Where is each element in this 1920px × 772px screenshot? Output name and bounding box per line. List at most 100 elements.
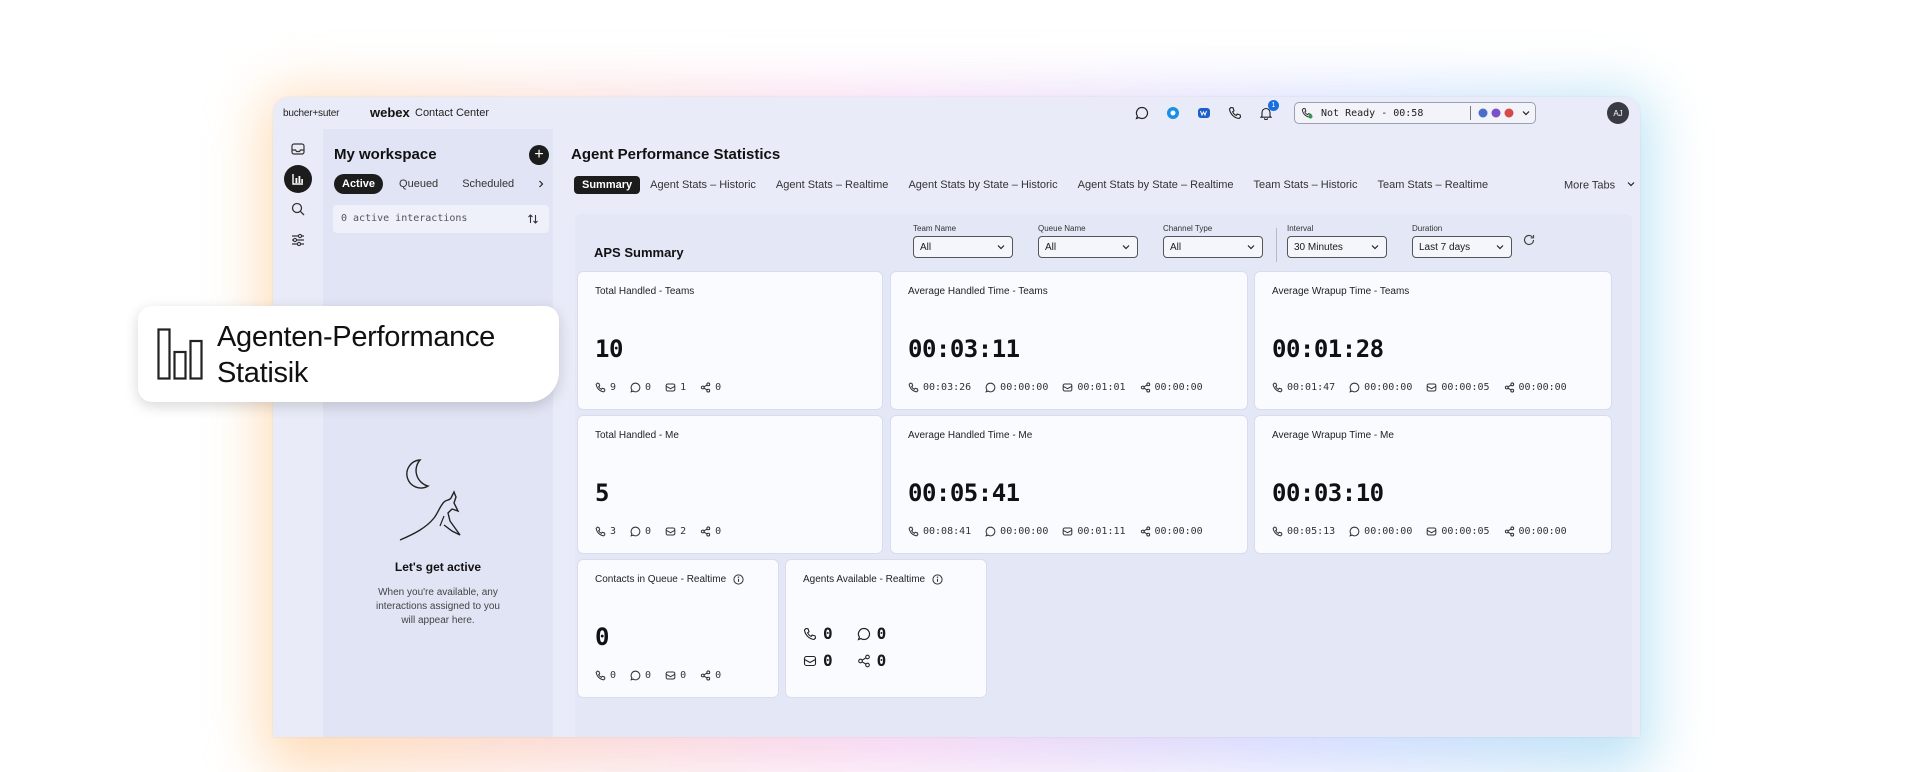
empty-state-text: When you're available, any interactions …: [376, 587, 500, 626]
card-average-handled-time-me: Average Handled Time - Me 00:05:41 00:08…: [891, 416, 1247, 553]
queue-name-filter[interactable]: Queue Name All: [1038, 224, 1138, 258]
stat-value: 0: [645, 670, 652, 681]
tab-queued[interactable]: Queued: [391, 174, 446, 194]
webex-app-icon[interactable]: [1165, 105, 1181, 121]
filter-select[interactable]: 30 Minutes: [1287, 236, 1387, 258]
card-value: 00:01:28: [1272, 335, 1384, 363]
stats-tabs: Summary Agent Stats – Historic Agent Sta…: [574, 176, 1508, 194]
card-total-handled-teams: Total Handled - Teams 10 9010: [578, 272, 882, 409]
chevron-down-icon: [1626, 179, 1636, 192]
section-title: APS Summary: [594, 245, 684, 260]
email-stat: 1: [665, 382, 686, 393]
tab-team-stats-realtime[interactable]: Team Stats – Realtime: [1377, 179, 1488, 191]
chat-icon: [630, 382, 641, 393]
avatar[interactable]: AJ: [1607, 102, 1629, 124]
card-value: 00:05:41: [908, 479, 1020, 507]
filter-select[interactable]: Last 7 days: [1412, 236, 1512, 258]
voice-stat: 00:05:13: [1272, 526, 1335, 537]
card-title: Average Handled Time - Teams: [908, 286, 1048, 297]
workspace-title: My workspace: [334, 146, 437, 163]
phone-icon: [1272, 382, 1283, 393]
card-value: 00:03:11: [908, 335, 1020, 363]
aps-summary-panel: APS Summary Team Name All Queue Name All…: [575, 214, 1632, 737]
tab-agent-stats-realtime[interactable]: Agent Stats – Realtime: [776, 179, 889, 191]
duration-filter[interactable]: Duration Last 7 days: [1412, 224, 1512, 258]
team-name-filter[interactable]: Team Name All: [913, 224, 1013, 258]
stat-value: 00:00:00: [1364, 526, 1413, 537]
chevron-down-icon: [997, 245, 1005, 250]
webex-meetings-icon[interactable]: [1196, 105, 1212, 121]
bucher-suter-logo: bucher+suter: [283, 108, 340, 119]
stat-value: 3: [610, 526, 617, 537]
chevron-down-icon: [1496, 245, 1504, 250]
filter-value: All: [920, 241, 932, 253]
tab-agent-stats-historic[interactable]: Agent Stats – Historic: [650, 179, 756, 191]
search-icon[interactable]: [284, 195, 312, 223]
channel-stats: 00:03:26 00:00:00 00:01:01 00:00:00: [908, 382, 1217, 393]
social-stat: 00:00:00: [1504, 526, 1567, 537]
settings-sliders-icon[interactable]: [284, 226, 312, 254]
stat-value: 0: [823, 624, 833, 643]
voice-stat: 00:08:41: [908, 526, 971, 537]
feature-callout: Agenten-Performance Statisik: [138, 306, 559, 402]
tab-summary[interactable]: Summary: [574, 176, 641, 194]
channel-stats: 9 0 1 0: [595, 382, 735, 393]
filter-value: 30 Minutes: [1294, 241, 1343, 253]
tab-scheduled[interactable]: Scheduled: [454, 174, 522, 194]
card-title: Average Handled Time - Me: [908, 430, 1033, 441]
phone-icon: [908, 382, 919, 393]
social-stat: 0: [700, 382, 721, 393]
email-icon: [1427, 527, 1437, 536]
stat-value: 00:00:00: [1364, 382, 1413, 393]
stat-value: 9: [610, 382, 617, 393]
share-icon: [700, 382, 711, 393]
phone-icon[interactable]: [1227, 105, 1243, 121]
card-title: Agents Available - Realtime: [803, 574, 943, 585]
stat-value: 00:00:05: [1441, 526, 1490, 537]
more-tabs-button[interactable]: More Tabs: [1564, 179, 1636, 192]
stat-value: 00:00:00: [1518, 382, 1567, 393]
stat-value: 00:01:47: [1287, 382, 1336, 393]
stats-icon[interactable]: [284, 165, 312, 193]
stat-value: 00:00:00: [1000, 526, 1049, 537]
channel-stats: 00:01:47 00:00:00 00:00:05 00:00:00: [1272, 382, 1581, 393]
stat-value: 00:08:41: [923, 526, 972, 537]
channel-type-filter[interactable]: Channel Type All: [1163, 224, 1263, 258]
filter-select[interactable]: All: [1038, 236, 1138, 258]
card-value: 00:03:10: [1272, 479, 1384, 507]
email-icon: [1063, 527, 1073, 536]
filter-label: Duration: [1412, 224, 1443, 233]
inbox-icon[interactable]: [284, 135, 312, 163]
stat-value: 0: [823, 651, 833, 670]
refresh-icon[interactable]: [1522, 233, 1536, 252]
voice-available: 0: [803, 624, 833, 643]
filter-select[interactable]: All: [1163, 236, 1263, 258]
chat-stat: 00:00:00: [1349, 382, 1412, 393]
interactions-filter[interactable]: 0 active interactions: [333, 205, 549, 233]
stat-value: 00:05:13: [1287, 526, 1336, 537]
tab-team-stats-historic[interactable]: Team Stats – Historic: [1254, 179, 1358, 191]
card-title: Average Wrapup Time - Me: [1272, 430, 1394, 441]
sort-icon[interactable]: [527, 213, 539, 228]
filter-select[interactable]: All: [913, 236, 1013, 258]
stat-value: 0: [715, 382, 722, 393]
card-average-wrapup-time-me: Average Wrapup Time - Me 00:03:10 00:05:…: [1255, 416, 1611, 553]
stat-value: 00:00:05: [1441, 382, 1490, 393]
callout-text: Agenten-Performance Statisik: [217, 319, 495, 391]
share-icon: [857, 654, 870, 667]
chevron-right-icon[interactable]: [536, 179, 546, 189]
tab-agent-stats-by-state-historic[interactable]: Agent Stats by State – Historic: [908, 179, 1057, 191]
interval-filter[interactable]: Interval 30 Minutes: [1287, 224, 1387, 258]
card-agents-available-realtime: Agents Available - Realtime 0 0 0 0: [786, 560, 986, 697]
filter-label: Interval: [1287, 224, 1314, 233]
tab-active[interactable]: Active: [334, 174, 384, 194]
filter-label: Team Name: [913, 224, 957, 233]
chat-stat: 0: [630, 526, 651, 537]
social-stat: 0: [700, 670, 721, 681]
chevron-down-icon: [1247, 245, 1255, 250]
agent-state-selector[interactable]: Not Ready - 00:58: [1294, 102, 1536, 124]
tab-agent-stats-by-state-realtime[interactable]: Agent Stats by State – Realtime: [1078, 179, 1234, 191]
chat-icon[interactable]: [1134, 105, 1150, 121]
email-stat: 00:01:01: [1062, 382, 1126, 393]
add-icon[interactable]: +: [529, 145, 549, 165]
